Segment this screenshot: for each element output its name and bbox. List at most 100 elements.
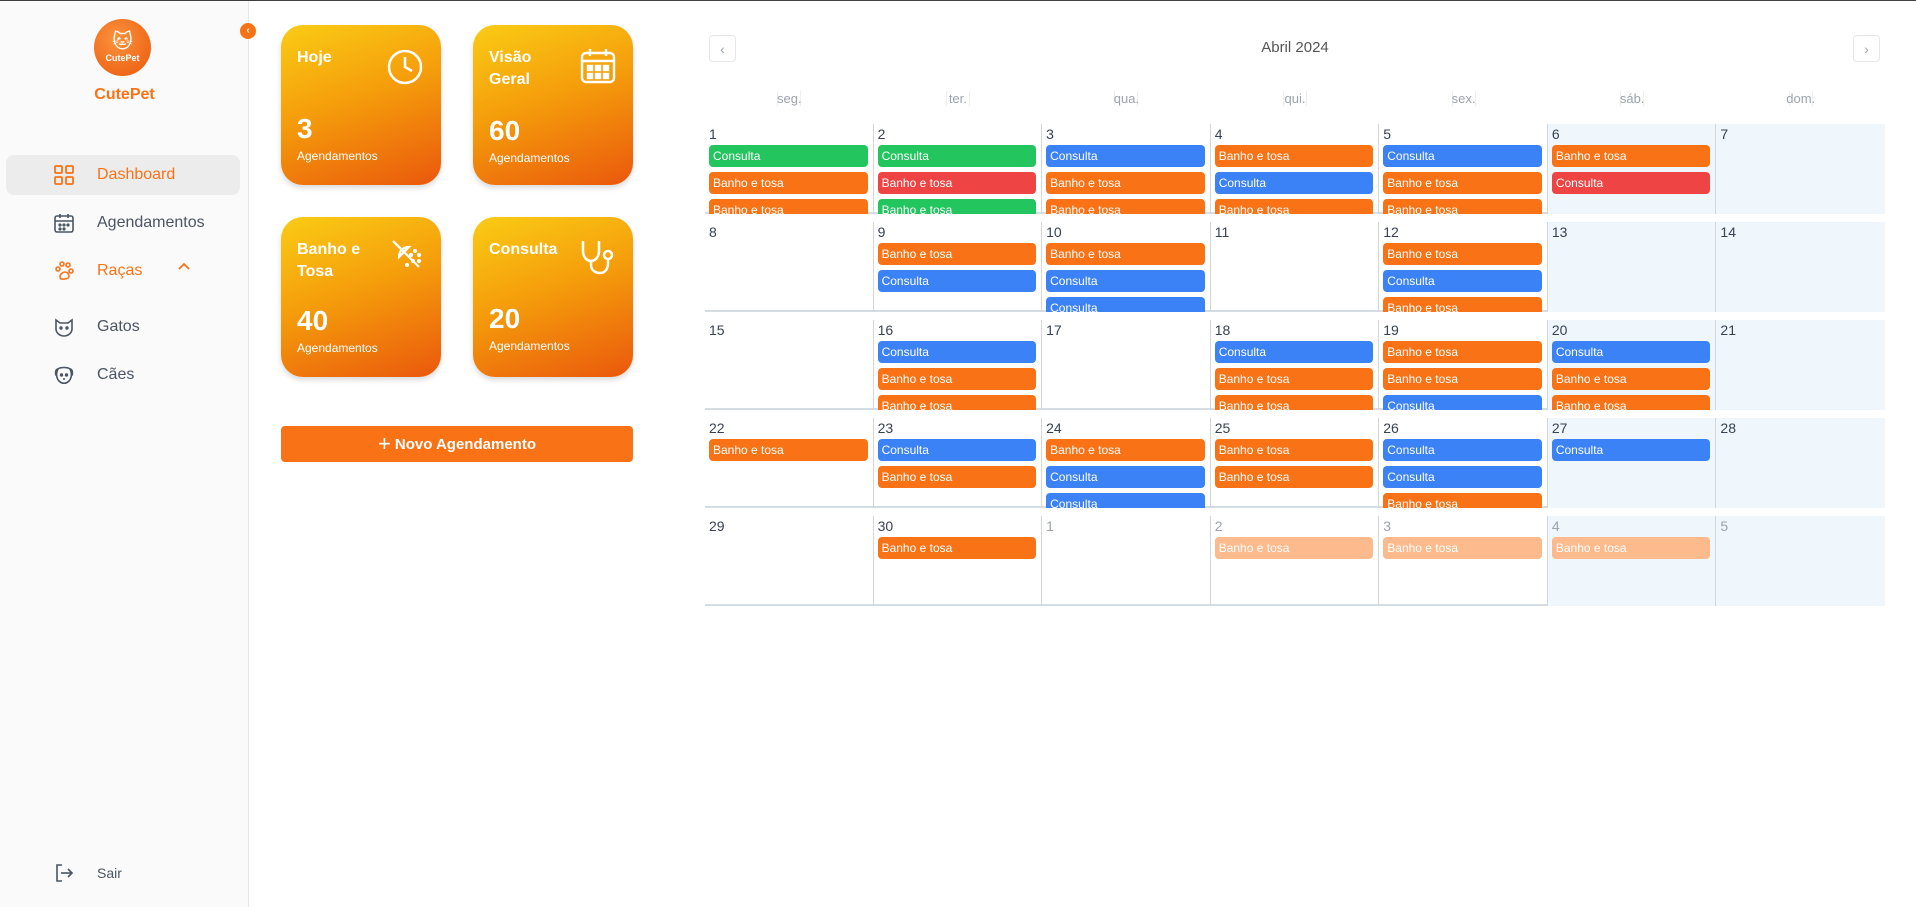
calendar-event[interactable]: Banho e tosa [709,199,868,214]
calendar-event[interactable]: Consulta [877,439,1037,461]
calendar-day[interactable]: 2 Consulta Banho e tosa Banho e tosa [874,124,1043,214]
calendar-day[interactable]: 4 Banho e tosa [1547,516,1717,606]
calendar-event[interactable]: Banho e tosa [877,537,1037,559]
calendar-day[interactable]: 14 [1716,222,1885,312]
calendar-event[interactable]: Banho e tosa [1383,172,1542,194]
calendar-event[interactable]: Banho e tosa [1214,368,1374,390]
calendar-event[interactable]: Banho e tosa [1383,493,1542,508]
calendar-event[interactable]: Banho e tosa [877,466,1037,488]
calendar-event[interactable]: Banho e tosa [1214,466,1374,488]
calendar-event[interactable]: Banho e tosa [877,368,1037,390]
sidebar-item-gatos[interactable]: Gatos [6,307,240,347]
calendar-event[interactable]: Consulta [1046,466,1205,488]
calendar-day[interactable]: 19 Banho e tosa Banho e tosa Consulta [1379,320,1548,410]
calendar-day[interactable]: 26 Consulta Consulta Banho e tosa [1379,418,1548,508]
calendar-event[interactable]: Consulta [877,270,1037,292]
calendar-event[interactable]: Banho e tosa [1046,439,1205,461]
calendar-event[interactable]: Banho e tosa [1214,145,1374,167]
calendar-event[interactable]: Banho e tosa [1551,145,1711,167]
calendar-event[interactable]: Banho e tosa [1046,199,1205,214]
calendar-day[interactable]: 28 [1716,418,1885,508]
calendar-event[interactable]: Consulta [1551,341,1711,363]
calendar-event[interactable]: Banho e tosa [1551,368,1711,390]
calendar-event[interactable]: Banho e tosa [877,172,1037,194]
calendar-day[interactable]: 5 Consulta Banho e tosa Banho e tosa [1379,124,1548,214]
calendar-event[interactable]: Banho e tosa [709,439,868,461]
sidebar-item-dashboard[interactable]: Dashboard [6,155,240,195]
calendar-event[interactable]: Banho e tosa [1383,243,1542,265]
calendar-event[interactable]: Banho e tosa [1383,537,1542,559]
calendar-day[interactable]: 3 Banho e tosa [1379,516,1548,606]
calendar-event[interactable]: Consulta [1046,145,1205,167]
calendar-event[interactable]: Consulta [1046,270,1205,292]
calendar-day[interactable]: 5 [1716,516,1885,606]
calendar-day[interactable]: 12 Banho e tosa Consulta Banho e tosa [1379,222,1548,312]
calendar-event[interactable]: Consulta [1214,172,1374,194]
calendar-event[interactable]: Consulta [1383,439,1542,461]
card-visao-geral[interactable]: Visão Geral 60 Agendamentos [473,25,633,185]
calendar-event[interactable]: Banho e tosa [1551,537,1711,559]
calendar-day[interactable]: 11 [1211,222,1380,312]
calendar-day[interactable]: 22 Banho e tosa [705,418,874,508]
calendar-event[interactable]: Consulta [1383,145,1542,167]
calendar-day[interactable]: 9 Banho e tosa Consulta [874,222,1043,312]
novo-agendamento-button[interactable]: + Novo Agendamento [281,426,633,462]
calendar-event[interactable]: Consulta [1383,270,1542,292]
calendar-event[interactable]: Banho e tosa [1551,395,1711,410]
calendar-event[interactable]: Consulta [877,145,1037,167]
cutepet-logo[interactable]: 🐱 CutePet [94,19,151,76]
calendar-event[interactable]: Banho e tosa [1214,199,1374,214]
calendar-event[interactable]: Consulta [1046,297,1205,312]
calendar-next-button[interactable]: › [1853,35,1880,62]
chevron-up-icon[interactable] [176,259,192,280]
calendar-day[interactable]: 27 Consulta [1547,418,1717,508]
calendar-event[interactable]: Banho e tosa [1214,537,1374,559]
sidebar-item-agendamentos[interactable]: Agendamentos [6,203,240,243]
calendar-day[interactable]: 4 Banho e tosa Consulta Banho e tosa [1211,124,1380,214]
calendar-prev-button[interactable]: ‹ [709,35,736,62]
calendar-day[interactable]: 15 [705,320,874,410]
calendar-event[interactable]: Banho e tosa [1214,439,1374,461]
card-consulta[interactable]: Consulta 20 Agendamentos [473,217,633,377]
calendar-day[interactable]: 21 [1716,320,1885,410]
calendar-event[interactable]: Consulta [1046,493,1205,508]
calendar-event[interactable]: Banho e tosa [709,172,868,194]
calendar-day[interactable]: 18 Consulta Banho e tosa Banho e tosa [1211,320,1380,410]
sidebar-collapse-button[interactable]: ‹ [240,23,256,39]
calendar-event[interactable]: Consulta [877,341,1037,363]
calendar-day[interactable]: 7 [1716,124,1885,214]
calendar-day[interactable]: 16 Consulta Banho e tosa Banho e tosa [874,320,1043,410]
calendar-day[interactable]: 20 Consulta Banho e tosa Banho e tosa [1547,320,1717,410]
calendar-event[interactable]: Consulta [709,145,868,167]
card-hoje[interactable]: Hoje 3 Agendamentos [281,25,441,185]
calendar-event[interactable]: Banho e tosa [877,199,1037,214]
calendar-day[interactable]: 25 Banho e tosa Banho e tosa [1211,418,1380,508]
calendar-day[interactable]: 3 Consulta Banho e tosa Banho e tosa [1042,124,1211,214]
calendar-day[interactable]: 29 [705,516,874,606]
calendar-event[interactable]: Banho e tosa [1046,172,1205,194]
calendar-event[interactable]: Consulta [1551,172,1711,194]
calendar-event[interactable]: Banho e tosa [1046,243,1205,265]
calendar-day[interactable]: 30 Banho e tosa [874,516,1043,606]
calendar-event[interactable]: Consulta [1551,439,1711,461]
calendar-day[interactable]: 1 [1042,516,1211,606]
calendar-event[interactable]: Banho e tosa [1214,395,1374,410]
calendar-day[interactable]: 6 Banho e tosa Consulta [1547,124,1717,214]
calendar-event[interactable]: Consulta [1383,395,1542,410]
calendar-event[interactable]: Consulta [1214,341,1374,363]
calendar-day[interactable]: 8 [705,222,874,312]
calendar-day[interactable]: 10 Banho e tosa Consulta Consulta [1042,222,1211,312]
calendar-event[interactable]: Consulta [1383,466,1542,488]
calendar-day[interactable]: 23 Consulta Banho e tosa [874,418,1043,508]
calendar-event[interactable]: Banho e tosa [877,395,1037,410]
calendar-day[interactable]: 17 [1042,320,1211,410]
calendar-event[interactable]: Banho e tosa [1383,368,1542,390]
logout-button[interactable]: Sair [6,853,240,893]
calendar-event[interactable]: Banho e tosa [1383,199,1542,214]
sidebar-item-caes[interactable]: Cães [6,355,240,395]
calendar-event[interactable]: Banho e tosa [1383,341,1542,363]
calendar-day[interactable]: 2 Banho e tosa [1211,516,1380,606]
card-banho-e-tosa[interactable]: Banho e Tosa 40 Agendamentos [281,217,441,377]
calendar-day[interactable]: 1 Consulta Banho e tosa Banho e tosa [705,124,874,214]
calendar-event[interactable]: Banho e tosa [877,243,1037,265]
